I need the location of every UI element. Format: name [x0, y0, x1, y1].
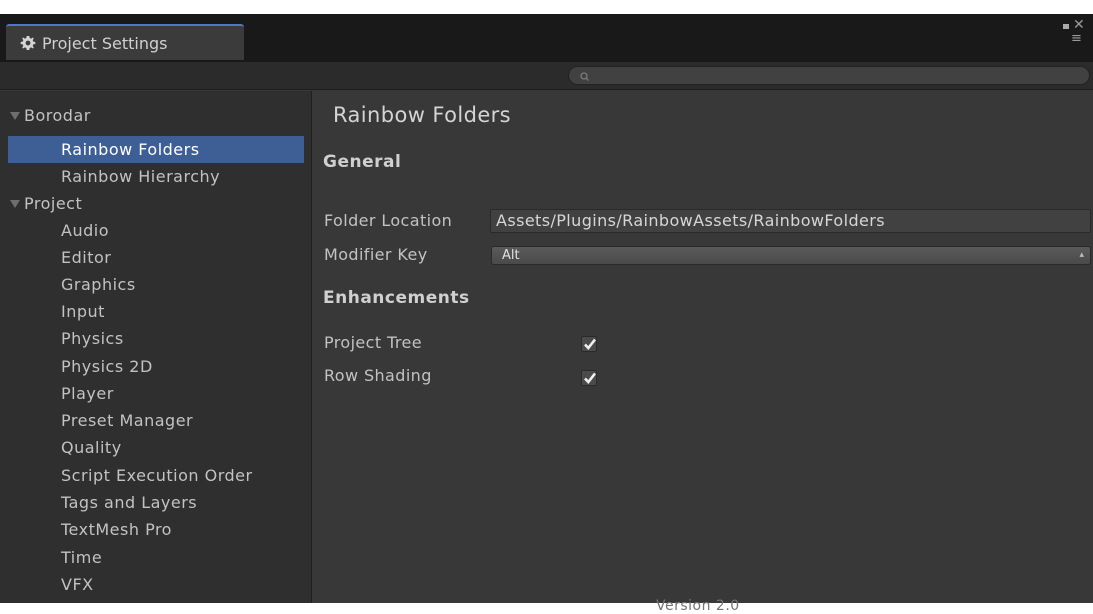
sidebar-item-label: Input — [61, 302, 105, 321]
settings-sidebar: Borodar Rainbow Folders Rainbow Hierarch… — [0, 91, 312, 603]
sidebar-item-label: Player — [61, 384, 114, 403]
sidebar-group-label: Project — [24, 194, 83, 213]
sidebar-item-script-execution-order[interactable]: Script Execution Order — [8, 462, 304, 489]
sidebar-item-vfx[interactable]: VFX — [8, 571, 304, 598]
settings-panel: Rainbow Folders General Folder Location … — [313, 91, 1093, 614]
section-heading-general: General — [323, 152, 402, 172]
sidebar-item-quality[interactable]: Quality — [8, 434, 304, 461]
project-settings-tab[interactable]: Project Settings — [6, 24, 244, 60]
project-settings-window: Project Settings ✕ ≡ Borodar Rainbow Fol… — [0, 14, 1093, 614]
toolbar — [0, 62, 1093, 90]
checkmark-icon — [584, 338, 597, 350]
sidebar-item-label: Graphics — [61, 275, 136, 294]
dropdown-arrows-icon: ▴ — [1079, 250, 1084, 260]
close-icon[interactable]: ✕ — [1073, 18, 1085, 32]
row-shading-label: Row Shading — [324, 366, 432, 385]
checkmark-icon — [584, 372, 597, 384]
sidebar-item-label: Audio — [61, 221, 109, 240]
gear-icon — [20, 35, 36, 51]
version-label: Version 2.0 — [656, 598, 740, 614]
sidebar-item-label: Editor — [61, 248, 112, 267]
sidebar-item-label: Physics — [61, 329, 124, 348]
page-title: Rainbow Folders — [333, 103, 512, 127]
sidebar-item-editor[interactable]: Editor — [8, 244, 304, 271]
sidebar-item-physics[interactable]: Physics — [8, 325, 304, 352]
search-icon — [578, 68, 592, 82]
sidebar-item-label: Rainbow Folders — [61, 140, 200, 159]
sidebar-item-audio[interactable]: Audio — [8, 217, 304, 244]
sidebar-item-time[interactable]: Time — [8, 544, 304, 571]
triangle-down-icon[interactable] — [10, 111, 20, 120]
sidebar-item-label: Time — [61, 548, 103, 567]
sidebar-item-input[interactable]: Input — [8, 298, 304, 325]
section-heading-enhancements: Enhancements — [323, 288, 470, 308]
sidebar-item-label: Preset Manager — [61, 411, 194, 430]
sidebar-item-label: Script Execution Order — [61, 466, 253, 485]
sidebar-item-label: Physics 2D — [61, 357, 153, 376]
search-box[interactable] — [568, 66, 1090, 85]
sidebar-item-label: VFX — [61, 575, 94, 594]
folder-location-label: Folder Location — [324, 211, 453, 230]
row-shading-checkbox[interactable] — [581, 370, 597, 386]
menu-icon[interactable]: ≡ — [1071, 32, 1082, 46]
sidebar-item-label: Quality — [61, 438, 122, 457]
sidebar-item-textmesh-pro[interactable]: TextMesh Pro — [8, 516, 304, 543]
sidebar-item-rainbow-folders[interactable]: Rainbow Folders — [8, 136, 304, 163]
modifier-key-dropdown[interactable]: Alt ▴ — [491, 246, 1091, 265]
sidebar-item-label: TextMesh Pro — [61, 520, 172, 539]
sidebar-item-label: Tags and Layers — [61, 493, 198, 512]
triangle-down-icon[interactable] — [10, 199, 20, 208]
sidebar-item-graphics[interactable]: Graphics — [8, 271, 304, 298]
tab-title: Project Settings — [42, 33, 168, 53]
window-controls: ✕ ≡ — [1059, 18, 1087, 50]
sidebar-item-preset-manager[interactable]: Preset Manager — [8, 407, 304, 434]
sidebar-item-physics-2d[interactable]: Physics 2D — [8, 353, 304, 380]
sidebar-group-borodar[interactable]: Borodar — [8, 102, 304, 129]
sidebar-group-label: Borodar — [24, 106, 91, 125]
modifier-key-value: Alt — [502, 248, 520, 263]
search-input[interactable] — [593, 67, 1073, 84]
modifier-key-label: Modifier Key — [324, 245, 428, 264]
project-tree-checkbox[interactable] — [581, 336, 597, 352]
folder-location-field[interactable]: Assets/Plugins/RainbowAssets/RainbowFold… — [490, 209, 1091, 233]
sidebar-item-label: Rainbow Hierarchy — [61, 167, 221, 186]
project-tree-label: Project Tree — [324, 333, 422, 352]
maximize-icon[interactable] — [1063, 24, 1069, 29]
sidebar-item-tags-and-layers[interactable]: Tags and Layers — [8, 489, 304, 516]
title-bar: Project Settings ✕ ≡ — [0, 14, 1093, 62]
sidebar-item-player[interactable]: Player — [8, 380, 304, 407]
sidebar-group-project[interactable]: Project — [8, 190, 304, 217]
sidebar-item-rainbow-hierarchy[interactable]: Rainbow Hierarchy — [8, 163, 304, 190]
